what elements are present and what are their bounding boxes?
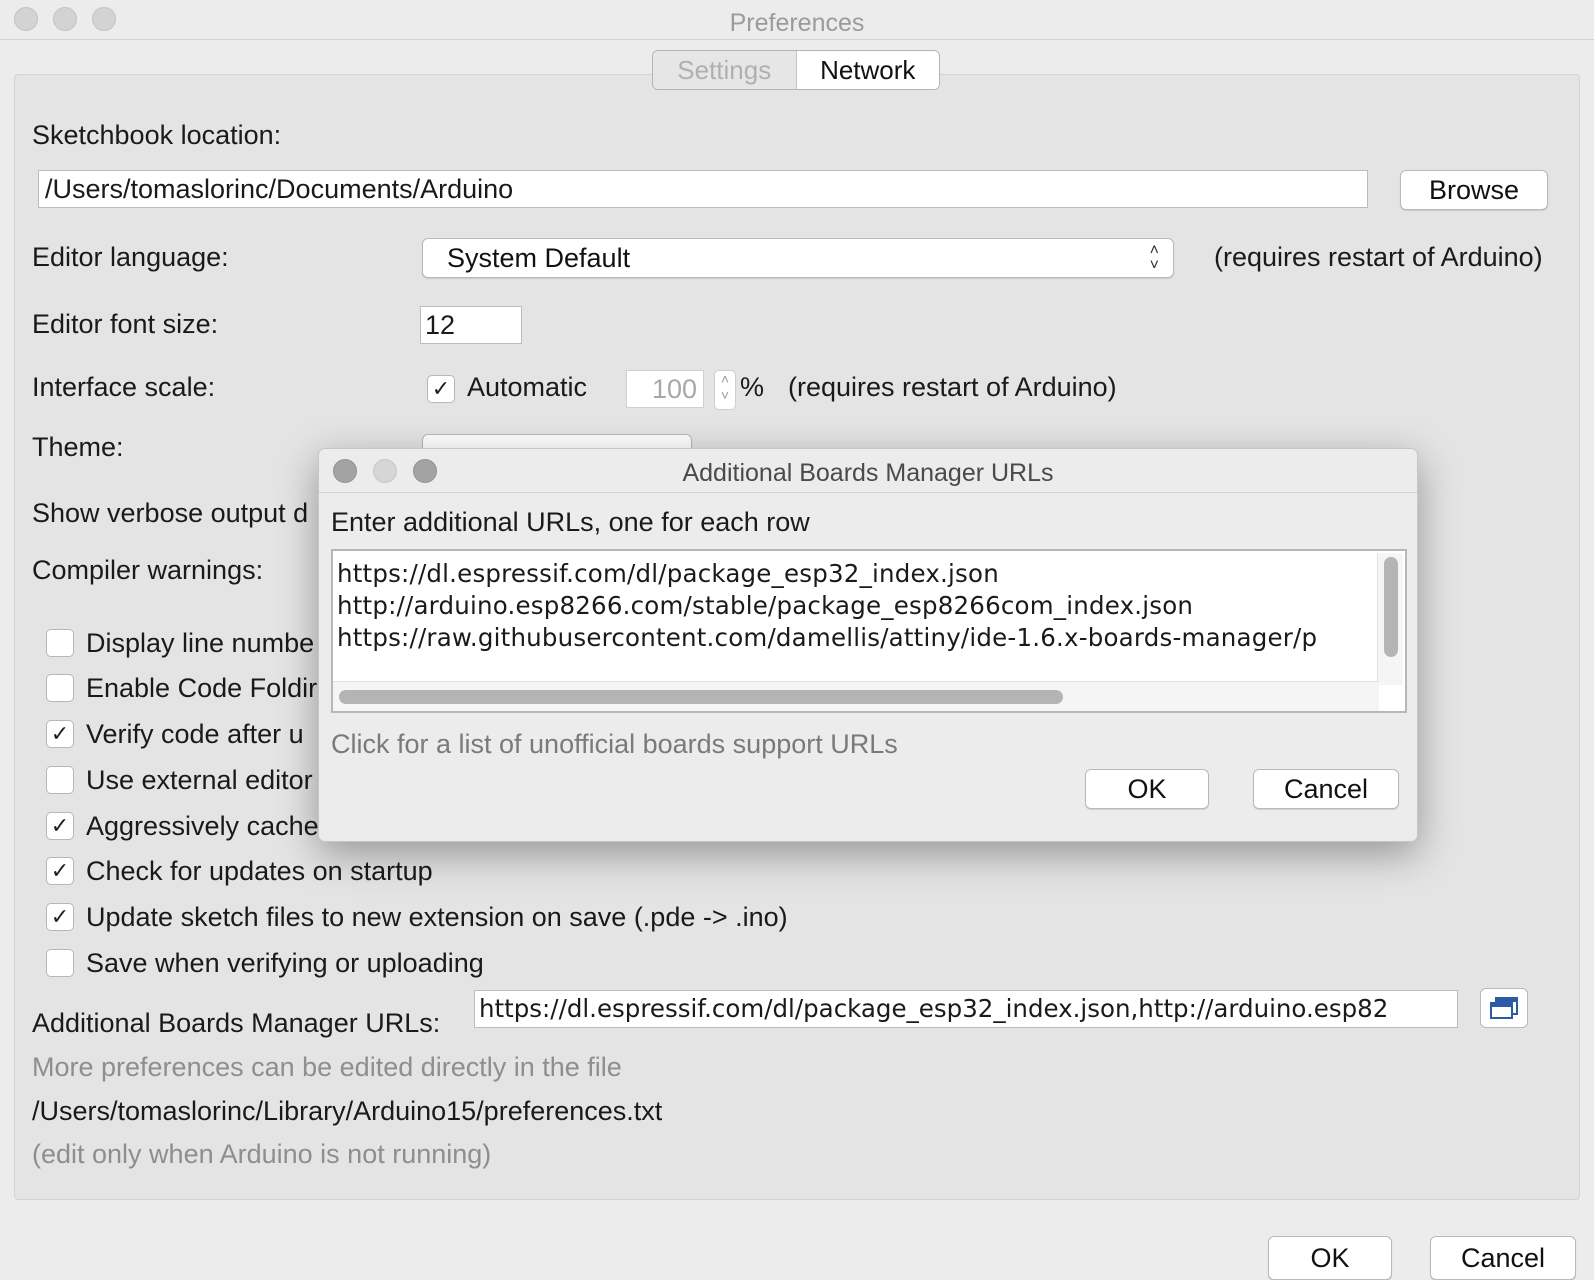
prefs-file-path: /Users/tomaslorinc/Library/Arduino15/pre… [32, 1096, 663, 1126]
code-folding-label: Enable Code Foldir [86, 673, 318, 703]
preferences-tabs: Settings Network [652, 50, 940, 90]
code-folding-checkbox[interactable] [46, 674, 74, 702]
editor-language-value: System Default [447, 242, 631, 273]
automatic-scale-label: Automatic [467, 372, 588, 402]
aggressive-cache-checkbox[interactable]: ✓ [46, 812, 74, 840]
vertical-scrollbar[interactable] [1377, 553, 1403, 685]
language-restart-note: (requires restart of Arduino) [1214, 242, 1543, 272]
display-line-numbers-label: Display line numbe [86, 628, 315, 658]
dialog-cancel-button[interactable]: Cancel [1253, 769, 1399, 809]
verify-after-upload-label: Verify code after u [86, 719, 304, 749]
dialog-title: Additional Boards Manager URLs [682, 459, 1054, 487]
scale-input[interactable]: 100 [626, 370, 704, 408]
dialog-ok-button[interactable]: OK [1085, 769, 1209, 809]
verbose-output-label: Show verbose output d [32, 498, 309, 528]
tab-network[interactable]: Network [796, 51, 939, 89]
font-size-input[interactable]: 12 [420, 306, 522, 344]
editor-language-label: Editor language: [32, 242, 229, 272]
dialog-titlebar: Additional Boards Manager URLs [319, 449, 1417, 493]
sketchbook-path-value: /Users/tomaslorinc/Documents/Arduino [45, 174, 514, 204]
edit-note: (edit only when Arduino is not running) [32, 1139, 492, 1169]
percent-sign: % [740, 372, 765, 402]
sketchbook-path-input[interactable]: /Users/tomaslorinc/Documents/Arduino [38, 170, 1368, 208]
window-titlebar: Preferences [0, 0, 1594, 40]
scale-restart-note: (requires restart of Arduino) [788, 372, 1117, 402]
unofficial-boards-link[interactable]: Click for a list of unofficial boards su… [331, 731, 898, 758]
theme-label: Theme: [32, 432, 124, 462]
check-updates-label: Check for updates on startup [86, 856, 433, 886]
checkmark-icon: ✓ [431, 376, 451, 401]
vertical-scroll-thumb[interactable] [1384, 557, 1398, 657]
more-prefs-note: More preferences can be edited directly … [32, 1052, 622, 1082]
verify-after-upload-checkbox[interactable]: ✓ [46, 720, 74, 748]
horizontal-scrollbar[interactable] [333, 681, 1379, 711]
editor-language-select[interactable]: System Default ˄ ˅ [422, 238, 1174, 278]
url-line: https://dl.espressif.com/dl/package_esp3… [337, 559, 999, 588]
browse-button[interactable]: Browse [1400, 170, 1548, 210]
ok-button[interactable]: OK [1268, 1236, 1392, 1280]
url-line: https://raw.githubusercontent.com/damell… [337, 623, 1318, 652]
interface-scale-label: Interface scale: [32, 372, 216, 402]
scale-value: 100 [651, 374, 697, 404]
boards-urls-label: Additional Boards Manager URLs: [32, 1008, 441, 1038]
edit-urls-button[interactable] [1480, 988, 1528, 1028]
save-on-verify-checkbox[interactable] [46, 949, 74, 977]
checkmark-icon: ✓ [50, 721, 70, 746]
sketchbook-label: Sketchbook location: [32, 120, 282, 150]
window-list-icon [1490, 997, 1518, 1019]
urls-textarea[interactable]: https://dl.espressif.com/dl/package_esp3… [331, 549, 1407, 713]
tab-settings[interactable]: Settings [653, 51, 797, 89]
external-editor-label: Use external editor [86, 765, 313, 795]
font-size-value: 12 [425, 310, 456, 340]
dialog-instruction: Enter additional URLs, one for each row [331, 507, 810, 537]
update-extension-checkbox[interactable]: ✓ [46, 903, 74, 931]
display-line-numbers-checkbox[interactable] [46, 629, 74, 657]
compiler-warnings-label: Compiler warnings: [32, 555, 264, 585]
checkmark-icon: ✓ [50, 813, 70, 838]
boards-urls-input[interactable]: https://dl.espressif.com/dl/package_esp3… [474, 990, 1458, 1028]
external-editor-checkbox[interactable] [46, 766, 74, 794]
boards-urls-dialog: Additional Boards Manager URLs Enter add… [318, 448, 1418, 842]
check-updates-checkbox[interactable]: ✓ [46, 857, 74, 885]
font-size-label: Editor font size: [32, 309, 219, 339]
url-line: http://arduino.esp8266.com/stable/packag… [337, 591, 1194, 620]
horizontal-scroll-thumb[interactable] [339, 690, 1063, 704]
scale-stepper[interactable]: ˄ ˅ [714, 370, 736, 410]
boards-urls-value: https://dl.espressif.com/dl/package_esp3… [479, 994, 1389, 1023]
aggressive-cache-label: Aggressively cache [86, 811, 319, 841]
checkmark-icon: ✓ [50, 858, 70, 883]
cancel-button[interactable]: Cancel [1430, 1236, 1576, 1280]
save-on-verify-label: Save when verifying or uploading [86, 948, 484, 978]
update-extension-label: Update sketch files to new extension on … [86, 902, 788, 932]
window-title: Preferences [729, 9, 865, 37]
select-arrows-icon: ˄ ˅ [1149, 242, 1159, 274]
automatic-scale-checkbox[interactable]: ✓ [427, 375, 455, 403]
checkmark-icon: ✓ [50, 904, 70, 929]
